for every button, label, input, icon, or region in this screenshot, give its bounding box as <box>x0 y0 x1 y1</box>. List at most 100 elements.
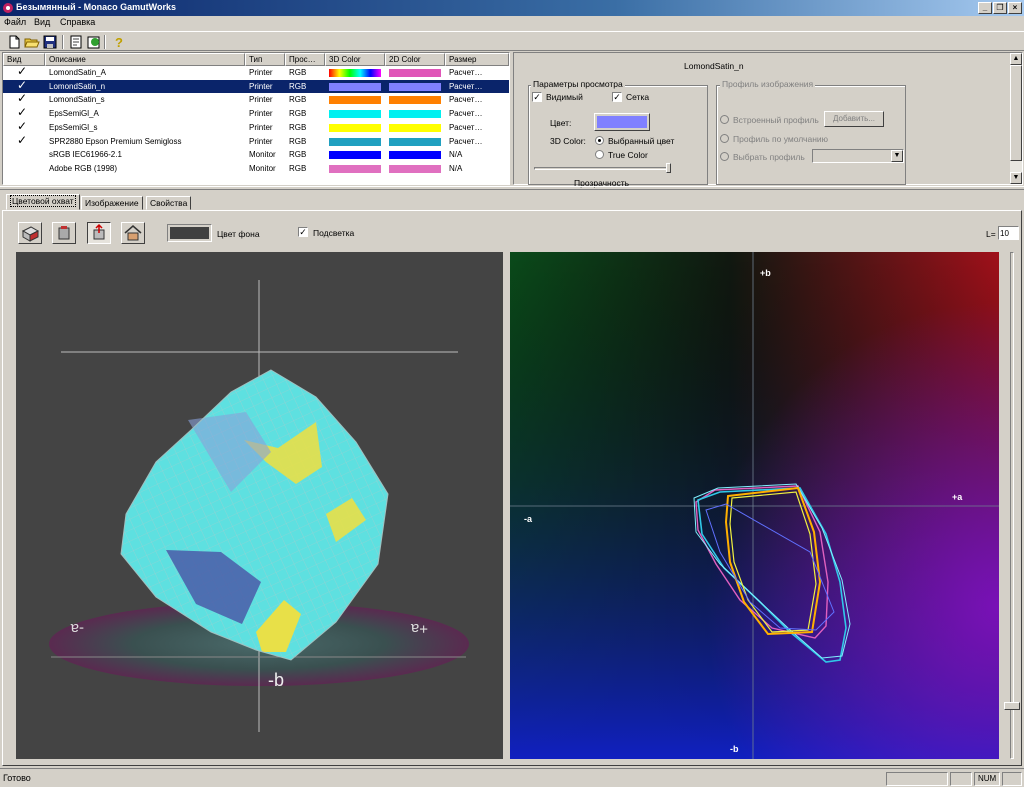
color-3d-swatch[interactable] <box>329 69 381 77</box>
grid-checkbox[interactable]: ✓ <box>612 92 622 102</box>
view-slice-icon <box>93 223 105 240</box>
view-cube-button[interactable] <box>52 222 76 244</box>
splitter[interactable] <box>0 186 1024 190</box>
l-slider-thumb[interactable] <box>1004 702 1020 710</box>
color-2d-swatch[interactable] <box>389 96 441 105</box>
axis-label-minus-a: -a <box>70 620 84 637</box>
menu-file[interactable]: Файл <box>4 17 26 27</box>
embedded-profile-radio[interactable] <box>720 115 729 124</box>
visible-checkbox[interactable]: ✓ <box>532 92 542 102</box>
backlight-checkbox[interactable]: ✓ <box>298 227 308 237</box>
l-slider-track[interactable] <box>1010 252 1014 759</box>
profile-space-cell: RGB <box>289 136 307 146</box>
default-profile-radio[interactable] <box>720 134 729 143</box>
new-icon[interactable] <box>6 34 22 50</box>
visible-check-icon[interactable]: ✓ <box>17 92 27 105</box>
color-3d-swatch[interactable] <box>329 137 381 146</box>
color-3d-swatch[interactable] <box>329 82 381 91</box>
profile-row[interactable]: ✓ EpsSemiGl_A Printer RGB Расчет… <box>3 106 509 120</box>
profile-size-cell: Расчет… <box>449 95 483 105</box>
color-swatch <box>597 116 647 128</box>
color-3d-swatch[interactable] <box>329 110 381 119</box>
profile-desc-cell: sRGB IEC61966-2.1 <box>49 150 122 160</box>
scrollbar-thumb[interactable] <box>1010 65 1022 161</box>
color-2d-swatch[interactable] <box>389 69 441 77</box>
background-color-label: Цвет фона <box>217 229 260 239</box>
refresh-icon[interactable] <box>86 34 102 50</box>
view-slice-button[interactable] <box>87 222 111 244</box>
profile-row[interactable]: ✓ LomondSatin_A Printer RGB Расчет… <box>3 65 509 79</box>
column-header-size[interactable]: Размер <box>445 53 509 66</box>
menu-view[interactable]: Вид <box>34 17 50 27</box>
profile-row[interactable]: ✓ EpsSemiGl_s Printer RGB Расчет… <box>3 119 509 134</box>
color-3d-swatch[interactable] <box>329 96 381 105</box>
profile-row[interactable]: sRGB IEC61966-2.1 Monitor RGB N/A <box>3 148 509 161</box>
help-icon[interactable]: ? <box>110 34 126 50</box>
color-2d-swatch[interactable] <box>389 123 441 132</box>
profile-desc-cell: SPR2880 Epson Premium Semigloss <box>49 136 182 146</box>
background-color-button[interactable] <box>167 224 212 242</box>
tab-properties[interactable]: Свойства <box>146 196 192 210</box>
scroll-down-icon[interactable]: ▼ <box>1010 172 1022 184</box>
properties-icon[interactable] <box>68 34 84 50</box>
profile-type-cell: Printer <box>249 122 273 132</box>
view-3d-button[interactable] <box>18 222 42 244</box>
minimize-button[interactable]: _ <box>978 2 992 14</box>
profile-row[interactable]: ✓ LomondSatin_n Printer RGB Расчет… <box>3 78 509 93</box>
color-2d-swatch[interactable] <box>389 137 441 146</box>
profile-space-cell: RGB <box>289 109 307 119</box>
gamut-3d-view[interactable]: -a +a -b <box>16 252 503 759</box>
column-header-2d-color[interactable]: 2D Color <box>385 53 445 66</box>
menu-help[interactable]: Справка <box>60 17 95 27</box>
color3d-label: 3D Color: <box>550 136 586 146</box>
dropdown-arrow-icon[interactable]: ▼ <box>891 150 903 162</box>
column-header-space[interactable]: Прос… <box>285 53 325 66</box>
profile-row[interactable]: ✓ SPR2880 Epson Premium Semigloss Printer R… <box>3 133 509 148</box>
color-2d-swatch[interactable] <box>389 110 441 119</box>
true-color-radio[interactable] <box>595 150 604 159</box>
color-3d-swatch[interactable] <box>329 123 381 132</box>
toolbar-separator <box>62 35 64 49</box>
profile-desc-cell: EpsSemiGl_A <box>49 109 99 119</box>
column-header-type[interactable]: Тип <box>245 53 285 66</box>
status-panel-num: NUM <box>974 772 1000 786</box>
opacity-slider-thumb[interactable] <box>666 163 671 173</box>
choose-profile-radio[interactable] <box>720 152 729 161</box>
visible-checkbox-label: Видимый <box>546 92 583 102</box>
visible-check-icon[interactable]: ✓ <box>17 65 27 78</box>
color-2d-swatch[interactable] <box>389 82 441 91</box>
column-header-3d-color[interactable]: 3D Color <box>325 53 385 66</box>
background-color-swatch <box>170 227 209 239</box>
add-profile-button[interactable]: Добавить... <box>824 111 884 127</box>
color-3d-swatch[interactable] <box>329 151 381 160</box>
profile-row[interactable]: Adobe RGB (1998) Monitor RGB N/A <box>3 162 509 175</box>
column-header-description[interactable]: Описание <box>45 53 245 66</box>
profile-row[interactable]: ✓ LomondSatin_s Printer RGB Расчет… <box>3 92 509 106</box>
restore-button[interactable]: ❐ <box>993 2 1007 14</box>
svg-text:?: ? <box>115 35 123 50</box>
choose-profile-dropdown[interactable]: ▼ <box>812 149 904 163</box>
open-icon[interactable] <box>24 34 40 50</box>
view-home-button[interactable] <box>121 222 145 244</box>
tab-image[interactable]: Изображение <box>81 196 143 210</box>
visible-check-icon[interactable]: ✓ <box>17 133 27 147</box>
properties-scrollbar[interactable]: ▲ ▼ <box>1010 53 1022 184</box>
color-2d-swatch[interactable] <box>389 164 441 173</box>
color-2d-swatch[interactable] <box>389 151 441 160</box>
l-value-input[interactable] <box>998 226 1019 240</box>
close-button[interactable]: × <box>1008 2 1022 14</box>
default-profile-label: Профиль по умолчанию <box>733 134 829 144</box>
visible-check-icon[interactable]: ✓ <box>17 119 27 133</box>
tab-gamut[interactable]: Цветовой охват <box>6 194 80 210</box>
selected-color-radio-label: Выбранный цвет <box>608 136 675 146</box>
profile-type-cell: Printer <box>249 136 273 146</box>
scroll-up-icon[interactable]: ▲ <box>1010 53 1022 65</box>
opacity-slider[interactable] <box>534 167 670 170</box>
save-icon[interactable] <box>42 34 58 50</box>
color-picker-button[interactable] <box>594 113 650 131</box>
visible-check-icon[interactable]: ✓ <box>17 78 27 92</box>
selected-color-radio[interactable] <box>595 136 604 145</box>
color-3d-swatch[interactable] <box>329 164 381 173</box>
visible-check-icon[interactable]: ✓ <box>17 106 27 119</box>
gamut-2d-view[interactable]: +b -b -a +a <box>510 252 999 759</box>
